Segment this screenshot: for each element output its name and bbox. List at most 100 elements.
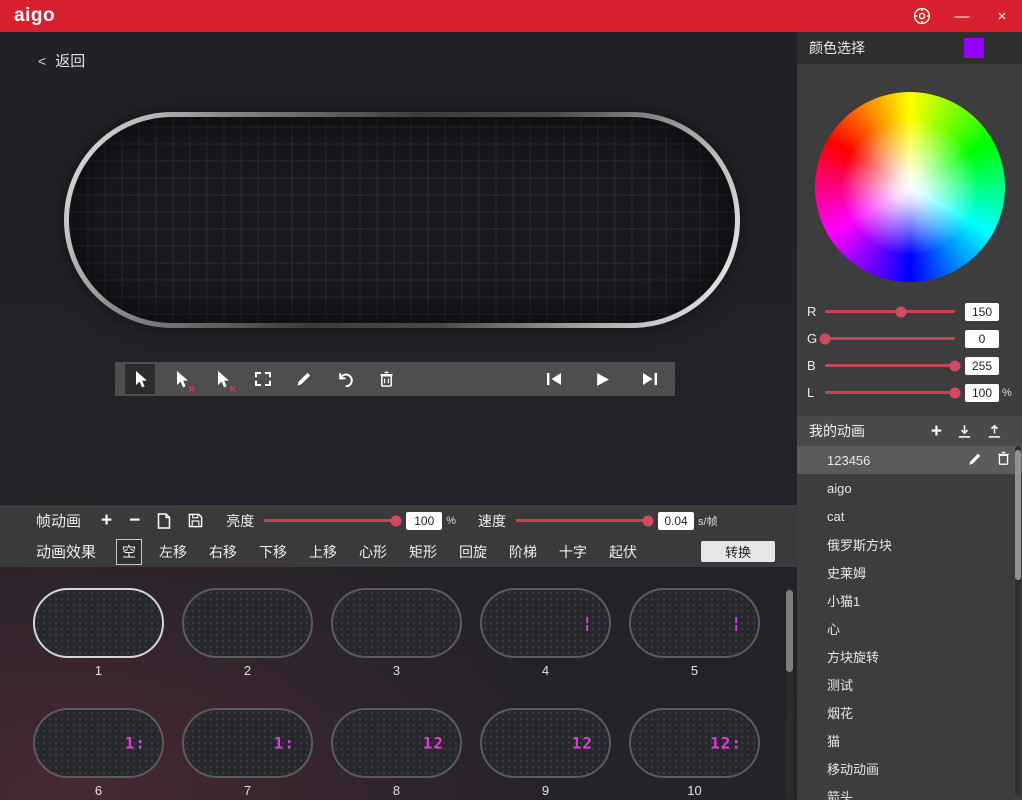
effect-button-空[interactable]: 空 [116, 538, 143, 565]
animation-item-烟花[interactable]: 烟花 [797, 698, 1022, 726]
animation-item-小猫1[interactable]: 小猫1 [797, 586, 1022, 614]
frame-cell-10[interactable]: 12: 10 [629, 708, 760, 800]
slider-thumb-l[interactable] [949, 387, 961, 398]
close-button[interactable]: × [982, 0, 1022, 32]
color-wheel[interactable] [814, 92, 1005, 282]
pencil-tool-button[interactable] [289, 364, 319, 394]
cursor-delete-tool-button[interactable]: × [207, 364, 237, 395]
frames-scrollbar[interactable] [786, 588, 793, 800]
skip-to-start-button[interactable] [539, 364, 569, 394]
save-button[interactable] [188, 513, 203, 528]
animation-item-箭头[interactable]: 箭头 [797, 782, 1022, 800]
slider-value-g[interactable]: 0 [965, 329, 999, 348]
add-animation-button[interactable]: + [931, 422, 942, 441]
slider-unit-l: % [1002, 386, 1012, 399]
settings-button[interactable] [902, 0, 942, 32]
animation-item-123456[interactable]: 123456 [797, 446, 1022, 474]
effect-button-上移[interactable]: 上移 [304, 540, 342, 564]
effects-list: 空左移 右移 下移 上移 心形 矩形 回旋 阶梯 十字 起伏 [116, 538, 654, 565]
slider-value-r[interactable]: 150 [965, 302, 999, 321]
animation-name: 小猫1 [827, 593, 861, 609]
animation-item-史莱姆[interactable]: 史莱姆 [797, 558, 1022, 586]
undo-button[interactable] [330, 364, 360, 394]
speed-slider-thumb[interactable] [642, 515, 654, 526]
cursor-erase-tool-button[interactable]: × [166, 364, 196, 395]
effect-button-起伏[interactable]: 起伏 [604, 540, 642, 564]
frame-led-pixels: ¦ [582, 613, 593, 633]
brightness-slider-thumb[interactable] [390, 515, 402, 526]
animation-item-俄罗斯方块[interactable]: 俄罗斯方块 [797, 530, 1022, 558]
effect-button-左移[interactable]: 左移 [154, 540, 192, 564]
animation-item-猫[interactable]: 猫 [797, 726, 1022, 754]
effect-button-右移[interactable]: 右移 [204, 540, 242, 564]
animation-item-方块旋转[interactable]: 方块旋转 [797, 642, 1022, 670]
frame-cell-5[interactable]: ¦ 5 [629, 588, 760, 680]
current-color-swatch[interactable] [964, 38, 984, 58]
animation-item-cat[interactable]: cat [797, 502, 1022, 530]
slider-thumb-b[interactable] [949, 360, 961, 371]
frame-thumbnail-3[interactable] [331, 588, 462, 658]
minimize-button[interactable]: — [942, 0, 982, 32]
add-frame-button[interactable]: + [101, 511, 112, 530]
back-button[interactable]: < 返回 [38, 50, 85, 71]
effect-button-下移[interactable]: 下移 [254, 540, 292, 564]
speed-slider[interactable] [516, 515, 654, 526]
frame-thumbnail-7[interactable]: 1: [182, 708, 313, 778]
animations-scrollbar[interactable] [1015, 446, 1021, 796]
brightness-slider[interactable] [264, 515, 402, 526]
frame-cell-7[interactable]: 1: 7 [182, 708, 313, 800]
frame-cell-3[interactable]: 3 [331, 588, 462, 680]
frame-cell-4[interactable]: ¦ 4 [480, 588, 611, 680]
slider-thumb-r[interactable] [895, 306, 907, 317]
slider-value-b[interactable]: 255 [965, 356, 999, 375]
frame-cell-6[interactable]: 1: 6 [33, 708, 164, 800]
brightness-value[interactable]: 100 [406, 511, 443, 530]
slider-track-b[interactable] [825, 360, 961, 371]
slider-track-l[interactable] [825, 387, 961, 398]
export-animation-button[interactable] [987, 424, 1002, 439]
clear-frame-button[interactable] [371, 364, 401, 394]
frame-thumbnail-2[interactable] [182, 588, 313, 658]
slider-value-l[interactable]: 100 [965, 383, 999, 402]
animation-item-测试[interactable]: 测试 [797, 670, 1022, 698]
animation-name: 方块旋转 [827, 649, 880, 665]
frame-led-pixels: 1: [273, 733, 295, 753]
frame-thumbnail-8[interactable]: 12 [331, 708, 462, 778]
import-animation-button[interactable] [957, 424, 972, 439]
skip-to-end-button[interactable] [635, 364, 665, 394]
convert-button[interactable]: 转换 [701, 541, 775, 562]
frame-cell-8[interactable]: 12 8 [331, 708, 462, 800]
select-tool-button[interactable] [125, 364, 155, 394]
effect-button-阶梯[interactable]: 阶梯 [504, 540, 542, 564]
led-display-canvas[interactable] [69, 117, 735, 323]
rename-animation-button[interactable] [968, 452, 982, 469]
frames-scrollbar-thumb[interactable] [786, 590, 793, 672]
frame-cell-1[interactable]: 1 [33, 588, 164, 680]
frame-thumbnail-6[interactable]: 1: [33, 708, 164, 778]
frame-thumbnail-5[interactable]: ¦ [629, 588, 760, 658]
slider-thumb-g[interactable] [819, 333, 831, 344]
effect-button-矩形[interactable]: 矩形 [404, 540, 442, 564]
slider-track-g[interactable] [819, 333, 955, 344]
frame-cell-9[interactable]: 12 9 [480, 708, 611, 800]
frame-cell-2[interactable]: 2 [182, 588, 313, 680]
effect-button-十字[interactable]: 十字 [554, 540, 592, 564]
open-file-button[interactable] [157, 512, 171, 529]
marquee-select-tool-button[interactable] [248, 364, 278, 394]
effect-button-心形[interactable]: 心形 [354, 540, 392, 564]
delete-animation-button[interactable] [997, 451, 1010, 469]
play-button[interactable] [587, 364, 617, 394]
remove-frame-button[interactable]: − [129, 511, 140, 530]
animation-item-心[interactable]: 心 [797, 614, 1022, 642]
frame-thumbnail-10[interactable]: 12: [629, 708, 760, 778]
speed-value[interactable]: 0.04 [658, 511, 695, 530]
animation-item-移动动画[interactable]: 移动动画 [797, 754, 1022, 782]
animations-scrollbar-thumb[interactable] [1015, 450, 1021, 580]
effect-button-回旋[interactable]: 回旋 [454, 540, 492, 564]
frame-thumbnail-1[interactable] [33, 588, 164, 658]
animation-item-aigo[interactable]: aigo [797, 474, 1022, 502]
frame-thumbnail-4[interactable]: ¦ [480, 588, 611, 658]
slider-track-r[interactable] [825, 306, 955, 317]
slider-label-b: B [807, 358, 816, 373]
frame-thumbnail-9[interactable]: 12 [480, 708, 611, 778]
